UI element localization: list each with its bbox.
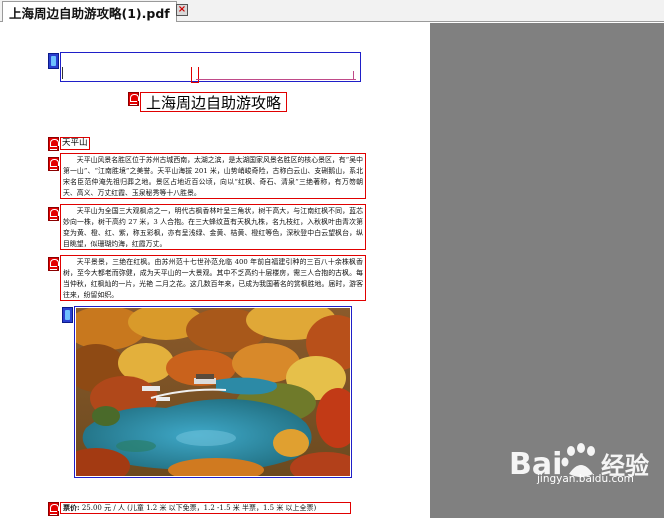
text-annotation-icon[interactable] [48,502,59,516]
text-annotation-icon[interactable] [48,207,59,221]
text-annotation-icon[interactable] [48,137,59,151]
section-label[interactable]: 天平山 [60,137,90,150]
document-title-box[interactable]: 上海周边自助游攻略 [140,92,287,112]
price-text: 25.00 元 / 人 (儿童 1.2 米 以下免票，1.2 -1.5 米 半票… [81,504,317,512]
paragraph-block[interactable]: 天平山为全国三大观枫点之一，明代古枫香林叶呈三角状，树干高大，与江南红枫不同，蓝… [60,204,366,250]
text-annotation-icon[interactable] [48,257,59,271]
image-annotation-icon[interactable] [62,307,73,323]
close-icon[interactable]: × [176,4,188,16]
photo-frame[interactable] [74,306,352,478]
paragraph-block[interactable]: 天平景景，三绝在红枫。由苏州范十七世孙范允临 400 年前自福建引种的三百八十余… [60,255,366,301]
price-label: 票价: [63,503,80,512]
text-annotation-icon[interactable] [128,92,139,106]
document-tab[interactable]: 上海周边自助游攻略(1).pdf [2,1,177,22]
image-annotation-icon[interactable] [48,53,59,69]
text-annotation-icon[interactable] [48,157,59,171]
tab-title: 上海周边自助游攻略(1).pdf [9,5,170,21]
paragraph-text: 天平山风景名胜区位于苏州古城西南，太湖之滨，是太湖国家风景名胜区的核心景区，有“… [63,156,363,197]
price-line[interactable]: 票价: 25.00 元 / 人 (儿童 1.2 米 以下免票，1.2 -1.5 … [60,502,351,514]
paragraph-text: 天平景景，三绝在红枫。由苏州范十七世孙范允临 400 年前自福建引种的三百八十余… [63,258,363,299]
paragraph-text: 天平山为全国三大观枫点之一，明代古枫香林叶呈三角状，树干高大，与江南红枫不同，蓝… [63,207,363,248]
watermark-url: jingyan.baidu.com [537,473,634,485]
document-title: 上海周边自助游攻略 [145,93,281,112]
autumn-landscape-photo [76,308,350,476]
paragraph-block[interactable]: 天平山风景名胜区位于苏州古城西南，太湖之滨，是太湖国家风景名胜区的核心景区，有“… [60,153,366,199]
tab-bar: 上海周边自助游攻略(1).pdf × [0,0,664,22]
header-image-frame [60,52,361,83]
